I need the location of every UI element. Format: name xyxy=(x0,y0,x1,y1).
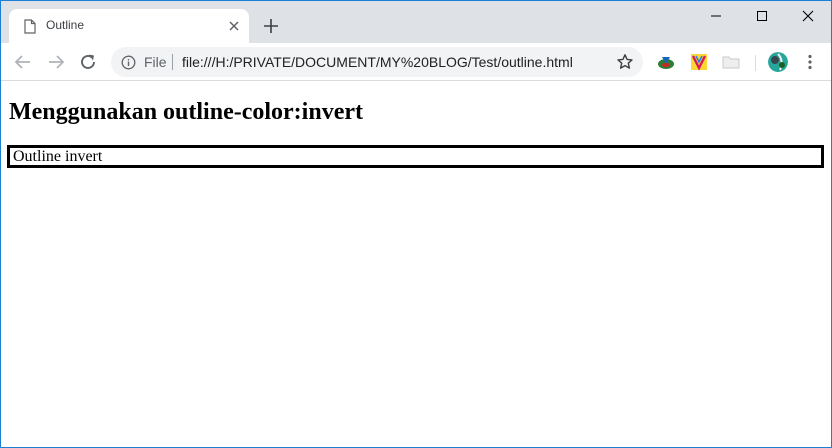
extension-folder-icon[interactable] xyxy=(722,53,740,71)
tab-title: Outline xyxy=(46,18,85,32)
browser-window: Outline File file:///H:/PRIVATE/DOCUMENT… xyxy=(0,0,832,448)
outline-invert-box: Outline invert xyxy=(7,145,824,168)
page-content: Menggunakan outline-color:invert Outline… xyxy=(1,81,831,447)
browser-toolbar: File file:///H:/PRIVATE/DOCUMENT/MY%20BL… xyxy=(1,43,831,81)
back-arrow-icon[interactable] xyxy=(12,51,34,73)
star-icon[interactable] xyxy=(616,53,634,71)
tab-strip: Outline xyxy=(1,1,831,43)
minimize-icon xyxy=(711,15,721,17)
extension-v-icon[interactable] xyxy=(690,53,708,71)
kebab-menu-icon[interactable] xyxy=(802,53,818,71)
address-bar[interactable]: File file:///H:/PRIVATE/DOCUMENT/MY%20BL… xyxy=(111,47,643,77)
close-icon[interactable] xyxy=(227,19,241,33)
info-icon[interactable] xyxy=(121,55,136,70)
plus-icon[interactable] xyxy=(261,16,281,36)
tab-active[interactable]: Outline xyxy=(9,9,249,43)
outline-box-text: Outline invert xyxy=(13,148,103,165)
toolbar-separator xyxy=(755,55,756,71)
close-window-icon xyxy=(802,10,814,22)
url-text[interactable]: file:///H:/PRIVATE/DOCUMENT/MY%20BLOG/Te… xyxy=(182,54,573,70)
forward-arrow-icon[interactable] xyxy=(45,51,67,73)
scheme-label: File xyxy=(144,54,167,70)
reload-icon[interactable] xyxy=(77,51,99,73)
omnibox-divider xyxy=(172,54,173,70)
document-icon xyxy=(24,19,36,34)
page-title: Menggunakan outline-color:invert xyxy=(9,99,363,125)
avatar[interactable] xyxy=(768,52,788,72)
maximize-button[interactable] xyxy=(739,1,785,31)
maximize-icon xyxy=(757,11,767,21)
extension-download-icon[interactable] xyxy=(657,53,675,71)
minimize-button[interactable] xyxy=(693,1,739,31)
close-window-button[interactable] xyxy=(785,1,831,31)
